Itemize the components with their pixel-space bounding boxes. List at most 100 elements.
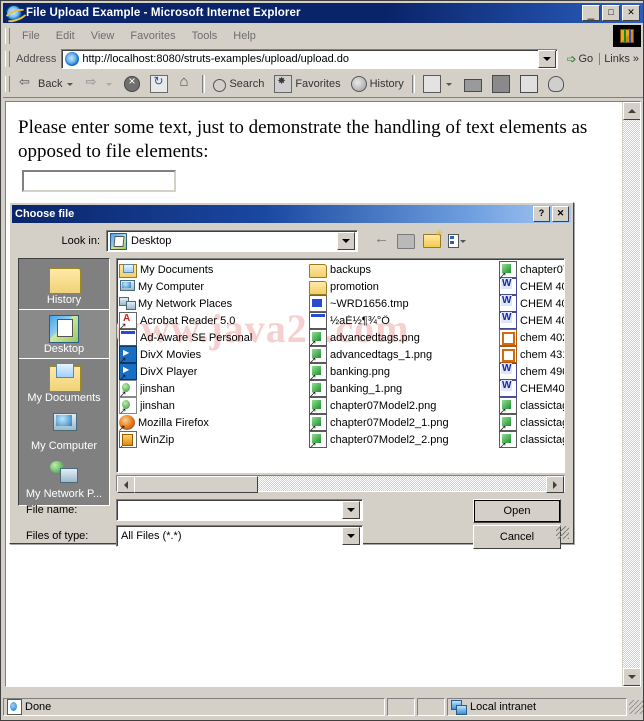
list-item[interactable]: ~WRD1656.tmp: [309, 295, 499, 312]
stop-button[interactable]: [119, 74, 145, 94]
place-my-documents[interactable]: My Documents: [19, 359, 109, 407]
list-item[interactable]: backups: [309, 261, 499, 278]
dialog-back-button[interactable]: [370, 230, 390, 250]
list-item[interactable]: chem 431: [499, 346, 564, 363]
list-item[interactable]: WinZip: [119, 431, 309, 448]
home-button[interactable]: [173, 73, 199, 94]
list-item[interactable]: My Computer: [119, 278, 309, 295]
dialog-close-button[interactable]: ✕: [552, 206, 569, 222]
list-item[interactable]: jinshan: [119, 380, 309, 397]
maximize-button[interactable]: □: [602, 5, 620, 21]
file-name-input[interactable]: [116, 499, 363, 521]
dialog-resize-grip[interactable]: [556, 526, 569, 539]
menu-favorites[interactable]: Favorites: [122, 28, 183, 44]
menu-help[interactable]: Help: [225, 28, 264, 44]
list-item[interactable]: CHEM 401: [499, 278, 564, 295]
place-desktop[interactable]: Desktop: [19, 309, 109, 359]
list-item[interactable]: chem 402: [499, 329, 564, 346]
menu-tools[interactable]: Tools: [184, 28, 226, 44]
place-my-network-places[interactable]: My Network P...: [19, 455, 109, 503]
list-item[interactable]: CHEM 402: [499, 312, 564, 329]
list-item[interactable]: chem 490: [499, 363, 564, 380]
history-button[interactable]: History: [346, 74, 409, 94]
menu-edit[interactable]: Edit: [48, 28, 83, 44]
messenger-button[interactable]: [543, 74, 569, 94]
edit-button[interactable]: [487, 73, 515, 95]
scroll-left-button[interactable]: [117, 476, 135, 493]
minimize-button[interactable]: _: [582, 5, 600, 21]
list-item[interactable]: CHEM 402: [499, 295, 564, 312]
list-item[interactable]: advancedtags.png: [309, 329, 499, 346]
up-one-level-button[interactable]: [396, 232, 416, 250]
file-name-dropdown-button[interactable]: [342, 501, 360, 519]
menu-file[interactable]: File: [14, 28, 48, 44]
list-item[interactable]: My Network Places: [119, 295, 309, 312]
scrollbar-thumb[interactable]: [134, 476, 258, 493]
list-item[interactable]: chapter07Model2_2.png: [309, 431, 499, 448]
address-input[interactable]: http://localhost:8080/struts-examples/up…: [61, 49, 559, 69]
chevron-down-icon[interactable]: [460, 239, 466, 243]
look-in-combobox[interactable]: Desktop: [106, 230, 358, 252]
list-item[interactable]: jinshan: [119, 397, 309, 414]
list-item[interactable]: banking_1.png: [309, 380, 499, 397]
favorites-button[interactable]: Favorites: [269, 73, 345, 95]
open-button[interactable]: Open: [473, 499, 561, 523]
back-button[interactable]: Back: [14, 74, 80, 94]
window-resize-grip[interactable]: [629, 700, 643, 714]
page-text-input[interactable]: [22, 170, 176, 192]
place-my-computer[interactable]: My Computer: [19, 407, 109, 455]
list-item[interactable]: chapter07Model2.png: [309, 397, 499, 414]
file-name: jinshan: [140, 382, 175, 395]
print-button[interactable]: [459, 74, 487, 94]
refresh-button[interactable]: [145, 73, 173, 95]
go-button[interactable]: ➩ Go: [560, 52, 599, 66]
scroll-right-button[interactable]: [546, 476, 564, 493]
list-item[interactable]: CHEM402: [499, 380, 564, 397]
files-of-type-dropdown-button[interactable]: [342, 527, 360, 545]
list-item[interactable]: chapter07Model2_1.png: [309, 414, 499, 431]
menu-view[interactable]: View: [83, 28, 123, 44]
page-vertical-scrollbar[interactable]: [622, 102, 640, 686]
cancel-button[interactable]: Cancel: [473, 525, 561, 549]
list-item[interactable]: classictag: [499, 431, 564, 448]
file-name: My Computer: [138, 280, 205, 293]
forward-button[interactable]: [80, 74, 119, 94]
list-item[interactable]: classictag: [499, 414, 564, 431]
list-item[interactable]: Ad-Aware SE Personal: [119, 329, 309, 346]
file-list-horizontal-scrollbar[interactable]: [116, 475, 565, 493]
list-item[interactable]: advancedtags_1.png: [309, 346, 499, 363]
list-item[interactable]: Mozilla Firefox: [119, 414, 309, 431]
look-in-dropdown-button[interactable]: [337, 232, 355, 250]
look-in-row: Look in: Desktop: [12, 228, 567, 252]
list-item[interactable]: ½aÉ½¶¾°Ô: [309, 312, 499, 329]
links-button[interactable]: Links »: [599, 53, 643, 65]
chevron-down-icon[interactable]: [106, 82, 113, 86]
address-dropdown-button[interactable]: [538, 50, 557, 68]
list-item[interactable]: chapter07: [499, 261, 564, 278]
list-item[interactable]: promotion: [309, 278, 499, 295]
list-item[interactable]: classictag: [499, 397, 564, 414]
history-clock-icon: [350, 76, 367, 92]
new-folder-button[interactable]: [422, 228, 443, 250]
files-of-type-select[interactable]: All Files (*.*): [116, 525, 363, 547]
list-item[interactable]: My Documents: [119, 261, 309, 278]
scroll-up-button[interactable]: [623, 102, 640, 120]
list-item[interactable]: DivX Movies: [119, 346, 309, 363]
chevron-down-icon[interactable]: [67, 82, 74, 86]
list-item[interactable]: banking.png: [309, 363, 499, 380]
close-button[interactable]: ✕: [622, 5, 640, 21]
list-item[interactable]: Acrobat Reader 5.0: [119, 312, 309, 329]
list-item[interactable]: DivX Player: [119, 363, 309, 380]
file-list[interactable]: www.java2s.com My Documents My Computer …: [116, 258, 565, 473]
place-history[interactable]: History: [19, 261, 109, 309]
dialog-help-button[interactable]: ?: [533, 206, 550, 222]
menu-grip-handle[interactable]: [5, 28, 10, 44]
toolbar-grip-handle[interactable]: [5, 76, 10, 92]
chevron-down-icon[interactable]: [445, 82, 452, 86]
scroll-down-button[interactable]: [623, 668, 640, 686]
mail-button[interactable]: [418, 73, 459, 95]
search-button[interactable]: Search: [208, 75, 269, 94]
address-grip-handle[interactable]: [5, 51, 10, 67]
views-button[interactable]: [448, 232, 468, 250]
discuss-button[interactable]: [515, 73, 543, 95]
